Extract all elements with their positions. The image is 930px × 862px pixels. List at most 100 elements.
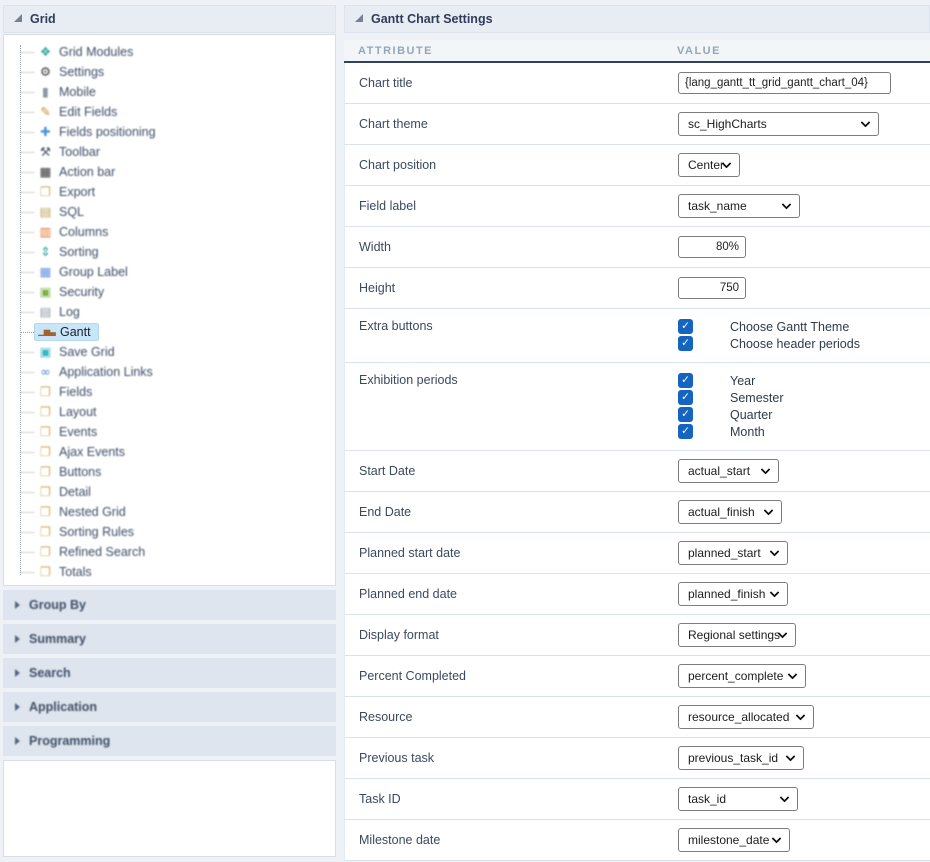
sidebar-item-label: Fields <box>59 385 92 399</box>
sidebar-item-refined-search[interactable]: ❐Refined Search <box>4 542 335 562</box>
percent-completed-select[interactable]: percent_complete <box>678 664 806 688</box>
display-format-select[interactable]: Regional settings <box>678 623 796 647</box>
end-date-select[interactable]: actual_finish <box>678 500 782 524</box>
planned-start-date-select[interactable]: planned_start <box>678 541 788 565</box>
sidebar-item-log[interactable]: ▤Log <box>4 302 335 322</box>
sidebar-item-nested-grid[interactable]: ❐Nested Grid <box>4 502 335 522</box>
attribute-label-planned-start-date: Planned start date <box>345 546 678 560</box>
sidebar-item-export[interactable]: ❐Export <box>4 182 335 202</box>
chart-theme-select[interactable]: sc_HighCharts <box>678 112 879 136</box>
folder-icon: ❐ <box>37 386 54 399</box>
tree-connector <box>20 192 34 193</box>
accordion-section-group-by[interactable]: Group By <box>3 590 336 620</box>
tree-connector <box>20 452 34 453</box>
tree-connector <box>20 332 34 333</box>
attribute-label-start-date: Start Date <box>345 464 678 478</box>
mobile-icon: ▮ <box>37 86 54 99</box>
chevron-right-icon <box>15 737 20 745</box>
sidebar-item-label: Sorting Rules <box>59 525 134 539</box>
width-input[interactable] <box>678 236 746 258</box>
select-value: Regional settings <box>688 628 780 642</box>
attribute-label-display-format: Display format <box>345 628 678 642</box>
sidebar-item-fields[interactable]: ❐ Fields <box>4 382 335 402</box>
attribute-label-milestone-date: Milestone date <box>345 833 678 847</box>
sidebar-item-label: Edit Fields <box>59 105 117 119</box>
previous-task-select[interactable]: previous_task_id <box>678 746 804 770</box>
planned-end-date-select[interactable]: planned_finish <box>678 582 788 606</box>
start-date-select[interactable]: actual_start <box>678 459 779 483</box>
accordion-section-search[interactable]: Search <box>3 658 336 688</box>
sort-arrows-icon: ⇕ <box>37 246 54 259</box>
sidebar-item-action-bar[interactable]: ▦Action bar <box>4 162 335 182</box>
sidebar-item-label: Grid Modules <box>59 45 133 59</box>
select-value: milestone_date <box>688 833 769 847</box>
sidebar-item-layout[interactable]: ❐Layout <box>4 402 335 422</box>
chevron-right-icon <box>15 703 20 711</box>
settings-row-height: Height <box>345 268 930 309</box>
chart-position-select[interactable]: Center <box>678 153 740 177</box>
sidebar-item-columns[interactable]: ▥Columns <box>4 222 335 242</box>
checkbox-checked-icon: ✓ <box>678 390 693 405</box>
settings-panel-header[interactable]: Gantt Chart Settings <box>344 5 930 33</box>
checkbox-choose-header-periods[interactable]: ✓Choose header periods <box>678 335 930 352</box>
collapse-triangle-icon <box>14 14 22 22</box>
chevron-down-icon <box>786 752 796 762</box>
sidebar-item-sorting-rules[interactable]: ❐Sorting Rules <box>4 522 335 542</box>
sidebar-item-gantt[interactable]: ▁▅▃Gantt <box>4 322 99 342</box>
chevron-down-icon <box>788 670 798 680</box>
sidebar-item-application-links[interactable]: ∞Application Links <box>4 362 335 382</box>
sidebar-item-toolbar[interactable]: ⚒Toolbar <box>4 142 335 162</box>
sidebar-item-sql[interactable]: ▤SQL <box>4 202 335 222</box>
settings-rows: Chart titleChart themesc_HighChartsChart… <box>344 63 930 861</box>
sidebar-item-security[interactable]: ▣Security <box>4 282 335 302</box>
settings-row-width: Width <box>345 227 930 268</box>
sidebar-item-settings[interactable]: ⚙Settings <box>4 62 335 82</box>
sidebar-item-group-label[interactable]: ▦Group Label <box>4 262 335 282</box>
select-value: task_name <box>688 199 747 213</box>
action-bar-icon: ▦ <box>37 166 54 179</box>
chart-title-input[interactable] <box>678 72 891 94</box>
tree-connector <box>20 532 34 533</box>
accordion-section-summary[interactable]: Summary <box>3 624 336 654</box>
folder-icon: ❐ <box>37 446 54 459</box>
sidebar-item-edit-fields[interactable]: ✎Edit Fields <box>4 102 335 122</box>
checkbox-quarter[interactable]: ✓Quarter <box>678 406 930 423</box>
value-cell-width <box>678 236 930 258</box>
checkbox-semester[interactable]: ✓Semester <box>678 389 930 406</box>
accordion-section-application[interactable]: Application <box>3 692 336 722</box>
checkbox-label: Choose Gantt Theme <box>730 320 849 334</box>
field-label-select[interactable]: task_name <box>678 194 800 218</box>
checkbox-choose-gantt-theme[interactable]: ✓Choose Gantt Theme <box>678 318 930 335</box>
sidebar-item-save-grid[interactable]: ▣Save Grid <box>4 342 335 362</box>
sidebar-item-label: Sorting <box>59 245 99 259</box>
height-input[interactable] <box>678 277 746 299</box>
accordion-section-label: Programming <box>29 734 110 748</box>
resource-select[interactable]: resource_allocated <box>678 705 814 729</box>
sidebar-item-totals[interactable]: ❐Totals <box>4 562 335 582</box>
chevron-down-icon <box>861 118 871 128</box>
sidebar-header-grid[interactable]: Grid <box>3 5 336 33</box>
sidebar-item-buttons[interactable]: ❐Buttons <box>4 462 335 482</box>
value-cell-chart-theme: sc_HighCharts <box>678 112 930 136</box>
sidebar-item-grid-modules[interactable]: ❖Grid Modules <box>4 42 335 62</box>
milestone-date-select[interactable]: milestone_date <box>678 828 790 852</box>
tree-connector <box>20 552 34 553</box>
sidebar-item-label: Security <box>59 285 104 299</box>
sidebar-item-ajax-events[interactable]: ❐Ajax Events <box>4 442 335 462</box>
checkbox-month[interactable]: ✓Month <box>678 423 930 440</box>
attribute-label-chart-title: Chart title <box>345 76 678 90</box>
sidebar-item-sorting[interactable]: ⇕ Sorting <box>4 242 335 262</box>
value-cell-exhibition-periods: ✓Year✓Semester✓Quarter✓Month <box>678 372 930 440</box>
accordion-section-programming[interactable]: Programming <box>3 726 336 756</box>
sidebar-item-detail[interactable]: ❐Detail <box>4 482 335 502</box>
sidebar-item-mobile[interactable]: ▮Mobile <box>4 82 335 102</box>
sidebar-item-events[interactable]: ❐Events <box>4 422 335 442</box>
task-id-select[interactable]: task_id <box>678 787 798 811</box>
tree-connector <box>20 272 34 273</box>
checkbox-year[interactable]: ✓Year <box>678 372 930 389</box>
save-icon: ▣ <box>37 346 54 359</box>
select-value: Center <box>688 158 724 172</box>
sidebar-item-fields-positioning[interactable]: ✚Fields positioning <box>4 122 335 142</box>
select-value: task_id <box>688 792 726 806</box>
settings-row-percent-completed: Percent Completedpercent_complete <box>345 656 930 697</box>
